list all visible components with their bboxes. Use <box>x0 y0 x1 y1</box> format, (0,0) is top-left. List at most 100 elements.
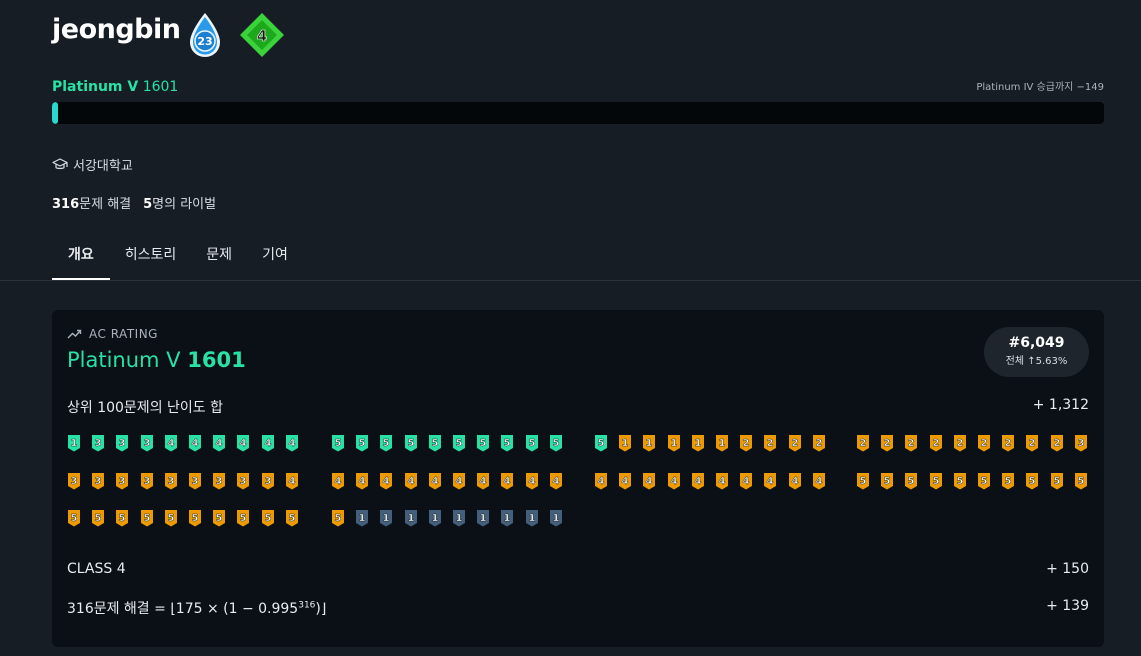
problem-tier-badge[interactable]: 1 <box>691 434 705 452</box>
problem-tier-badge[interactable]: 2 <box>1025 434 1039 452</box>
problem-tier-badge[interactable]: 1 <box>404 509 418 527</box>
problem-tier-badge[interactable]: 1 <box>500 509 514 527</box>
problem-tier-badge[interactable]: 4 <box>642 472 656 490</box>
problem-tier-badge[interactable]: 4 <box>428 472 442 490</box>
problem-tier-badge[interactable]: 5 <box>355 434 369 452</box>
problem-tier-badge[interactable]: 4 <box>500 472 514 490</box>
problem-tier-badge[interactable]: 2 <box>1001 434 1015 452</box>
problem-tier-badge[interactable]: 2 <box>788 434 802 452</box>
problem-tier-badge[interactable]: 5 <box>236 509 250 527</box>
tab-overview[interactable]: 개요 <box>52 230 110 280</box>
problem-tier-badge[interactable]: 5 <box>379 434 393 452</box>
problem-tier-badge[interactable]: 1 <box>428 509 442 527</box>
problem-tier-badge[interactable]: 5 <box>212 509 226 527</box>
tab-contributions[interactable]: 기여 <box>247 230 303 280</box>
problem-tier-badge[interactable]: 2 <box>953 434 967 452</box>
problem-tier-badge[interactable]: 3 <box>140 434 154 452</box>
problem-tier-badge[interactable]: 4 <box>812 472 826 490</box>
problem-tier-badge[interactable]: 5 <box>331 509 345 527</box>
problem-tier-badge[interactable]: 1 <box>525 509 539 527</box>
tab-problems[interactable]: 문제 <box>191 230 247 280</box>
problem-tier-badge[interactable]: 2 <box>739 434 753 452</box>
problem-tier-badge[interactable]: 5 <box>500 434 514 452</box>
problem-tier-badge[interactable]: 2 <box>929 434 943 452</box>
problem-tier-badge[interactable]: 3 <box>164 472 178 490</box>
problem-tier-badge[interactable]: 3 <box>140 472 154 490</box>
problem-tier-badge[interactable]: 5 <box>1001 472 1015 490</box>
problem-tier-badge[interactable]: 4 <box>739 472 753 490</box>
problem-tier-badge[interactable]: 5 <box>929 472 943 490</box>
problem-tier-badge[interactable]: 5 <box>428 434 442 452</box>
problem-tier-badge[interactable]: 5 <box>1025 472 1039 490</box>
problem-tier-badge[interactable]: 2 <box>977 434 991 452</box>
problem-tier-badge[interactable]: 4 <box>788 472 802 490</box>
problem-tier-badge[interactable]: 2 <box>763 434 777 452</box>
problem-tier-badge[interactable]: 4 <box>285 434 299 452</box>
problem-tier-badge[interactable]: 5 <box>1074 472 1088 490</box>
problem-tier-badge[interactable]: 1 <box>618 434 632 452</box>
problem-tier-badge[interactable]: 3 <box>115 434 129 452</box>
problem-tier-badge[interactable]: 4 <box>379 472 393 490</box>
problem-tier-badge[interactable]: 4 <box>452 472 466 490</box>
problem-tier-badge[interactable]: 4 <box>164 434 178 452</box>
problem-tier-badge[interactable]: 4 <box>618 472 632 490</box>
problem-tier-badge[interactable]: 3 <box>1074 434 1088 452</box>
problem-tier-badge[interactable]: 1 <box>67 434 81 452</box>
problem-tier-badge[interactable]: 3 <box>212 472 226 490</box>
problem-tier-badge[interactable]: 5 <box>977 472 991 490</box>
problem-tier-badge[interactable]: 4 <box>285 472 299 490</box>
water-drop-badge[interactable]: 23 <box>186 11 224 59</box>
problem-tier-badge[interactable]: 4 <box>525 472 539 490</box>
problem-tier-badge[interactable]: 5 <box>549 434 563 452</box>
problem-tier-badge[interactable]: 4 <box>594 472 608 490</box>
problem-tier-badge[interactable]: 5 <box>404 434 418 452</box>
problem-tier-badge[interactable]: 5 <box>91 509 105 527</box>
problem-tier-badge[interactable]: 5 <box>594 434 608 452</box>
problem-tier-badge[interactable]: 3 <box>67 472 81 490</box>
problem-tier-badge[interactable]: 5 <box>525 434 539 452</box>
problem-tier-badge[interactable]: 4 <box>212 434 226 452</box>
problem-tier-badge[interactable]: 5 <box>452 434 466 452</box>
problem-tier-badge[interactable]: 2 <box>880 434 894 452</box>
problem-tier-badge[interactable]: 5 <box>115 509 129 527</box>
problem-tier-badge[interactable]: 5 <box>261 509 275 527</box>
problem-tier-badge[interactable]: 4 <box>188 434 202 452</box>
problem-tier-badge[interactable]: 1 <box>667 434 681 452</box>
problem-tier-badge[interactable]: 3 <box>115 472 129 490</box>
problem-tier-badge[interactable]: 1 <box>452 509 466 527</box>
problem-tier-badge[interactable]: 4 <box>763 472 777 490</box>
problem-tier-badge[interactable]: 5 <box>188 509 202 527</box>
problem-tier-badge[interactable]: 4 <box>691 472 705 490</box>
problem-tier-badge[interactable]: 3 <box>188 472 202 490</box>
problem-tier-badge[interactable]: 3 <box>236 472 250 490</box>
problem-tier-badge[interactable]: 2 <box>904 434 918 452</box>
problem-tier-badge[interactable]: 2 <box>812 434 826 452</box>
problem-tier-badge[interactable]: 1 <box>379 509 393 527</box>
problem-tier-badge[interactable]: 5 <box>904 472 918 490</box>
problem-tier-badge[interactable]: 2 <box>1050 434 1064 452</box>
problem-tier-badge[interactable]: 1 <box>642 434 656 452</box>
problem-tier-badge[interactable]: 5 <box>140 509 154 527</box>
problem-tier-badge[interactable]: 5 <box>476 434 490 452</box>
problem-tier-badge[interactable]: 3 <box>91 434 105 452</box>
problem-tier-badge[interactable]: 4 <box>261 434 275 452</box>
problem-tier-badge[interactable]: 5 <box>880 472 894 490</box>
problem-tier-badge[interactable]: 1 <box>549 509 563 527</box>
problem-tier-badge[interactable]: 4 <box>404 472 418 490</box>
problem-tier-badge[interactable]: 5 <box>1050 472 1064 490</box>
problem-tier-badge[interactable]: 5 <box>331 434 345 452</box>
problem-tier-badge[interactable]: 4 <box>476 472 490 490</box>
problem-tier-badge[interactable]: 3 <box>91 472 105 490</box>
problem-tier-badge[interactable]: 4 <box>331 472 345 490</box>
problem-tier-badge[interactable]: 1 <box>355 509 369 527</box>
class-diamond-badge[interactable]: 4 <box>239 12 285 58</box>
school[interactable]: 서강대학교 <box>52 155 133 174</box>
problem-tier-badge[interactable]: 4 <box>549 472 563 490</box>
problem-tier-badge[interactable]: 5 <box>285 509 299 527</box>
problem-tier-badge[interactable]: 2 <box>856 434 870 452</box>
problem-tier-badge[interactable]: 1 <box>715 434 729 452</box>
tab-history[interactable]: 히스토리 <box>110 230 192 280</box>
problem-tier-badge[interactable]: 5 <box>67 509 81 527</box>
problem-tier-badge[interactable]: 4 <box>355 472 369 490</box>
problem-tier-badge[interactable]: 4 <box>236 434 250 452</box>
